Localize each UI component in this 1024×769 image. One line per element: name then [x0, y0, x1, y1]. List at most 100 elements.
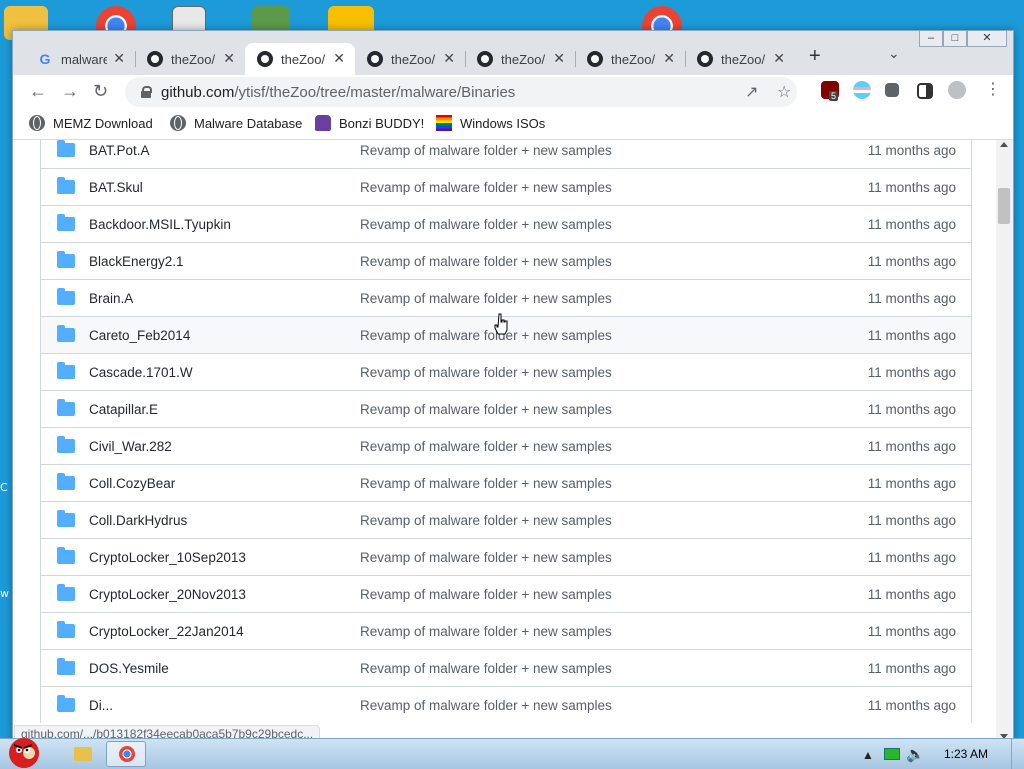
- file-name-link[interactable]: CryptoLocker_10Sep2013: [89, 550, 246, 565]
- volume-icon[interactable]: 🔈: [906, 745, 925, 763]
- table-row[interactable]: Backdoor.MSIL.Tyupkin Revamp of malware f…: [41, 205, 971, 242]
- commit-message-link[interactable]: Revamp of malware folder + new samples: [360, 254, 612, 269]
- commit-message-link[interactable]: Revamp of malware folder + new samples: [360, 365, 612, 380]
- folder-icon: [57, 399, 75, 416]
- table-row[interactable]: BAT.Pot.A Revamp of malware folder + new …: [41, 140, 971, 168]
- tab-thezoo[interactable]: theZoo/ ✕: [465, 43, 575, 75]
- commit-message-link[interactable]: Revamp of malware folder + new samples: [360, 143, 612, 158]
- file-name-link[interactable]: BAT.Skul: [89, 180, 143, 195]
- folder-icon: [57, 436, 75, 453]
- table-row[interactable]: Coll.DarkHydrus Revamp of malware folder …: [41, 501, 971, 538]
- commit-message-link[interactable]: Revamp of malware folder + new samples: [360, 698, 612, 713]
- share-icon[interactable]: ↗: [745, 82, 758, 102]
- commit-message-link[interactable]: Revamp of malware folder + new samples: [360, 291, 612, 306]
- scrollbar-thumb[interactable]: [998, 188, 1010, 224]
- table-row[interactable]: Di... Revamp of malware folder + new samp…: [41, 686, 971, 723]
- close-icon[interactable]: ✕: [773, 50, 785, 67]
- table-row[interactable]: Civil_War.282 Revamp of malware folder + …: [41, 427, 971, 464]
- taskbar-chrome-button[interactable]: [106, 741, 146, 767]
- file-name-link[interactable]: BlackEnergy2.1: [89, 254, 184, 269]
- table-row[interactable]: CryptoLocker_22Jan2014 Revamp of malware …: [41, 612, 971, 649]
- close-icon[interactable]: ✕: [553, 50, 565, 67]
- scroll-up-arrow-icon[interactable]: [1000, 142, 1008, 147]
- file-name-link[interactable]: Backdoor.MSIL.Tyupkin: [89, 217, 231, 232]
- tab-search-chevron-icon[interactable]: ⌄: [888, 45, 900, 62]
- commit-age: 11 months ago: [867, 623, 956, 639]
- commit-message-link[interactable]: Revamp of malware folder + new samples: [360, 439, 612, 454]
- table-row[interactable]: BlackEnergy2.1 Revamp of malware folder +…: [41, 242, 971, 279]
- commit-message-link[interactable]: Revamp of malware folder + new samples: [360, 550, 612, 565]
- file-name-link[interactable]: DOS.Yesmile: [89, 661, 169, 676]
- tab-thezoo[interactable]: theZoo/ ✕: [355, 43, 465, 75]
- close-icon[interactable]: ✕: [663, 50, 675, 67]
- show-hidden-icons-icon[interactable]: ▲: [862, 748, 874, 762]
- tab-thezoo[interactable]: theZoo/ ✕: [685, 43, 795, 75]
- minimize-button[interactable]: –: [919, 31, 943, 47]
- commit-message-link[interactable]: Revamp of malware folder + new samples: [360, 217, 612, 232]
- file-name-link[interactable]: Careto_Feb2014: [89, 328, 190, 343]
- taskbar-explorer-button[interactable]: [62, 741, 102, 767]
- table-row[interactable]: CryptoLocker_20Nov2013 Revamp of malware …: [41, 575, 971, 612]
- file-name-link[interactable]: Coll.DarkHydrus: [89, 513, 187, 528]
- bookmark-bonzi[interactable]: Bonzi BUDDY!: [315, 115, 424, 131]
- commit-message-link[interactable]: Revamp of malware folder + new samples: [360, 624, 612, 639]
- forward-arrow-icon[interactable]: →: [61, 81, 79, 102]
- bookmark-star-icon[interactable]: ☆: [777, 82, 791, 102]
- file-name-link[interactable]: Cascade.1701.W: [89, 365, 193, 380]
- commit-message-link[interactable]: Revamp of malware folder + new samples: [360, 402, 612, 417]
- file-name-link[interactable]: BAT.Pot.A: [89, 143, 150, 158]
- back-arrow-icon[interactable]: ←: [29, 81, 47, 102]
- commit-message-link[interactable]: Revamp of malware folder + new samples: [360, 513, 612, 528]
- profile-avatar-icon[interactable]: [948, 81, 966, 99]
- pride-extension-icon[interactable]: [853, 81, 871, 99]
- close-icon[interactable]: ✕: [113, 50, 125, 67]
- bookmark-malware-database[interactable]: Malware Database: [170, 115, 302, 131]
- close-icon[interactable]: ✕: [333, 50, 345, 67]
- close-window-button[interactable]: ✕: [967, 31, 1007, 47]
- new-tab-button[interactable]: +: [809, 45, 821, 68]
- close-icon[interactable]: ✕: [223, 50, 235, 67]
- commit-message-link[interactable]: Revamp of malware folder + new samples: [360, 476, 612, 491]
- file-name-link[interactable]: CryptoLocker_22Jan2014: [89, 624, 244, 639]
- tab-thezoo[interactable]: theZoo/ ✕: [575, 43, 685, 75]
- close-icon[interactable]: ✕: [443, 50, 455, 67]
- table-row[interactable]: DOS.Yesmile Revamp of malware folder + ne…: [41, 649, 971, 686]
- puzzle-icon[interactable]: [885, 83, 899, 97]
- commit-message-link[interactable]: Revamp of malware folder + new samples: [360, 587, 612, 602]
- url-text[interactable]: github.com/ytisf/theZoo/tree/master/malw…: [161, 84, 515, 101]
- maximize-button[interactable]: □: [943, 31, 967, 47]
- file-name-link[interactable]: Coll.CozyBear: [89, 476, 175, 491]
- tab-thezoo-active[interactable]: theZoo/ ✕: [245, 43, 355, 75]
- file-name-link[interactable]: Di...: [89, 698, 113, 713]
- menu-kebab-icon[interactable]: ⋮: [985, 79, 1001, 99]
- tab-malware[interactable]: G malware ✕: [25, 43, 135, 75]
- commit-age: 11 months ago: [867, 290, 956, 306]
- file-name-link[interactable]: Civil_War.282: [89, 439, 172, 454]
- reload-icon[interactable]: ↻: [93, 81, 108, 102]
- commit-message-link[interactable]: Revamp of malware folder + new samples: [360, 328, 612, 343]
- commit-message-link[interactable]: Revamp of malware folder + new samples: [360, 661, 612, 676]
- side-panel-icon[interactable]: [917, 83, 933, 99]
- angry-bird-start-icon[interactable]: [2, 733, 46, 769]
- file-name-link[interactable]: CryptoLocker_20Nov2013: [89, 587, 246, 602]
- bookmark-windows-isos[interactable]: Windows ISOs: [436, 115, 545, 131]
- bookmark-memz[interactable]: MEMZ Download: [29, 115, 153, 131]
- address-bar[interactable]: github.com/ytisf/theZoo/tree/master/malw…: [125, 77, 797, 107]
- table-row[interactable]: Catapillar.E Revamp of malware folder + n…: [41, 390, 971, 427]
- file-name-link[interactable]: Catapillar.E: [89, 402, 158, 417]
- vertical-scrollbar[interactable]: [996, 140, 1013, 741]
- taskbar-clock[interactable]: 1:23 AM: [944, 747, 988, 761]
- table-row[interactable]: Coll.CozyBear Revamp of malware folder + …: [41, 464, 971, 501]
- table-row[interactable]: Brain.A Revamp of malware folder + new sa…: [41, 279, 971, 316]
- tab-thezoo[interactable]: theZoo/ ✕: [135, 43, 245, 75]
- table-row[interactable]: BAT.Skul Revamp of malware folder + new s…: [41, 168, 971, 205]
- folder-icon: [57, 288, 75, 305]
- file-name-link[interactable]: Brain.A: [89, 291, 133, 306]
- commit-message-link[interactable]: Revamp of malware folder + new samples: [360, 180, 612, 195]
- chrome-icon: [119, 746, 135, 762]
- lock-icon[interactable]: [141, 86, 152, 98]
- battery-icon[interactable]: [884, 748, 900, 760]
- table-row[interactable]: Cascade.1701.W Revamp of malware folder +…: [41, 353, 971, 390]
- table-row[interactable]: CryptoLocker_10Sep2013 Revamp of malware …: [41, 538, 971, 575]
- show-desktop-button[interactable]: [1011, 739, 1024, 769]
